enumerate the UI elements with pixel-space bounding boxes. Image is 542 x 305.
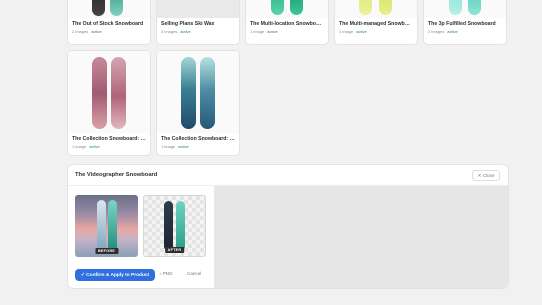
- snowboard-image: [108, 200, 117, 252]
- cancel-button[interactable]: Cancel: [187, 271, 201, 276]
- panel-header: The Videographer Snowboard ✕ Close: [68, 165, 508, 186]
- status-badge: active: [447, 29, 458, 34]
- close-button[interactable]: ✕ Close: [472, 170, 500, 181]
- product-title: The Collection Snowboard: Liq...: [161, 136, 235, 142]
- product-thumbnail: [157, 0, 239, 18]
- snowboard-image: [200, 57, 215, 129]
- snowboard-image: [271, 0, 284, 15]
- product-thumbnail: [424, 0, 506, 18]
- confirm-apply-button[interactable]: ✓ Confirm & Apply to Product: [75, 269, 155, 281]
- status-badge: active: [91, 29, 102, 34]
- editor-canvas-area: [214, 186, 508, 288]
- product-thumbnail: [157, 51, 239, 133]
- image-count: 1 image: [339, 29, 354, 34]
- panel-title: The Videographer Snowboard: [75, 172, 158, 178]
- product-title: The 3p Fulfilled Snowboard: [428, 21, 496, 27]
- snowboard-image: [110, 0, 123, 16]
- product-card[interactable]: The 3p Fulfilled Snowboard 2 images activ…: [424, 0, 506, 44]
- status-badge: active: [180, 29, 191, 34]
- snowboard-image: [92, 0, 105, 16]
- product-title: The Multi-managed Snowboard: [339, 21, 413, 27]
- product-title: Selling Plans Ski Wax: [161, 21, 215, 27]
- snowboard-image: [379, 0, 392, 15]
- product-thumbnail: [335, 0, 417, 18]
- product-title: The Multi-location Snowboard: [250, 21, 324, 27]
- status-badge: active: [267, 29, 278, 34]
- snowboard-image: [181, 57, 196, 129]
- image-count: 1 image: [250, 29, 265, 34]
- image-count: 2 images: [72, 29, 89, 34]
- image-count: 2 images: [428, 29, 445, 34]
- after-preview: AFTER: [143, 195, 206, 257]
- product-card[interactable]: Selling Plans Ski Wax 3 images active: [157, 0, 239, 44]
- snowboard-image: [97, 200, 106, 252]
- product-card[interactable]: The Multi-managed Snowboard 1 image activ…: [335, 0, 417, 44]
- snowboard-image: [111, 57, 126, 129]
- image-count: 1 image: [72, 144, 87, 149]
- snowboard-image: [449, 0, 462, 15]
- product-card[interactable]: The Collection Snowboard: Liq... 1 image…: [157, 51, 239, 155]
- snowboard-image: [468, 0, 481, 15]
- status-badge: active: [178, 144, 189, 149]
- image-editor-panel: The Videographer Snowboard ✕ Close BEFOR…: [68, 165, 508, 288]
- after-label: AFTER: [164, 247, 185, 253]
- product-thumbnail: [246, 0, 328, 18]
- product-card[interactable]: The Multi-location Snowboard 1 image acti…: [246, 0, 328, 44]
- product-title: The Out of Stock Snowboard: [72, 21, 144, 27]
- product-card[interactable]: The Out of Stock Snowboard 2 images activ…: [68, 0, 150, 44]
- snowboard-image: [359, 0, 372, 15]
- product-thumbnail: [68, 51, 150, 133]
- status-badge: active: [89, 144, 100, 149]
- before-label: BEFORE: [94, 248, 119, 254]
- snowboard-image: [290, 0, 303, 15]
- image-count: 3 images: [161, 29, 178, 34]
- image-count: 1 image: [161, 144, 176, 149]
- product-card[interactable]: The Collection Snowboard: Ox... 1 image a…: [68, 51, 150, 155]
- before-preview: BEFORE: [75, 195, 138, 257]
- snowboard-image: [176, 201, 185, 251]
- snowboard-image: [92, 57, 107, 129]
- status-badge: active: [356, 29, 367, 34]
- snowboard-image: [164, 201, 173, 251]
- download-png-button[interactable]: ↓ PNG: [159, 271, 173, 276]
- product-thumbnail: [68, 0, 150, 18]
- product-title: The Collection Snowboard: Ox...: [72, 136, 146, 142]
